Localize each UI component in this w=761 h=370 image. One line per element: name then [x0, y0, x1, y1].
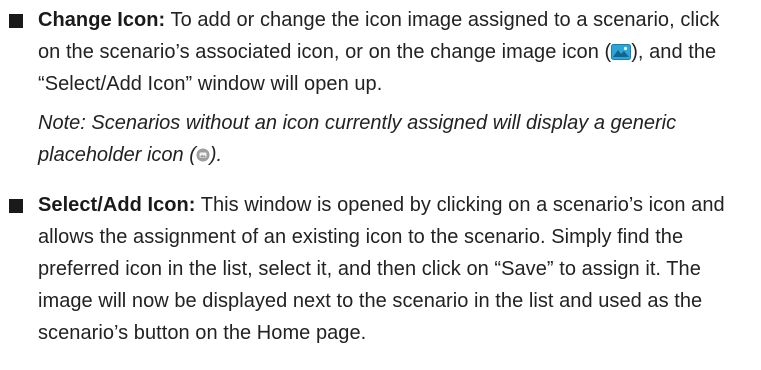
note-paragraph: Note: Scenarios without an icon currentl…	[38, 107, 740, 171]
change-icon-paragraph: Change Icon: To add or change the icon i…	[38, 4, 740, 100]
select-add-icon-paragraph: Select/Add Icon: This window is opened b…	[38, 189, 740, 349]
select-add-icon-text: This window is opened by clicking on a s…	[38, 194, 725, 344]
list-item-change-icon: Change Icon: To add or change the icon i…	[0, 4, 740, 171]
list-item-select-add-icon: Select/Add Icon: This window is opened b…	[0, 189, 740, 349]
square-bullet	[9, 14, 23, 28]
change-image-icon	[611, 44, 632, 60]
change-icon-title: Change Icon:	[38, 9, 166, 31]
square-bullet	[9, 199, 23, 213]
note-text-2: ).	[209, 144, 223, 166]
note-text-1: Note: Scenarios without an icon currentl…	[38, 112, 677, 166]
placeholder-icon	[196, 148, 210, 162]
help-document: Change Icon: To add or change the icon i…	[0, 0, 761, 370]
select-add-icon-title: Select/Add Icon:	[38, 194, 196, 216]
